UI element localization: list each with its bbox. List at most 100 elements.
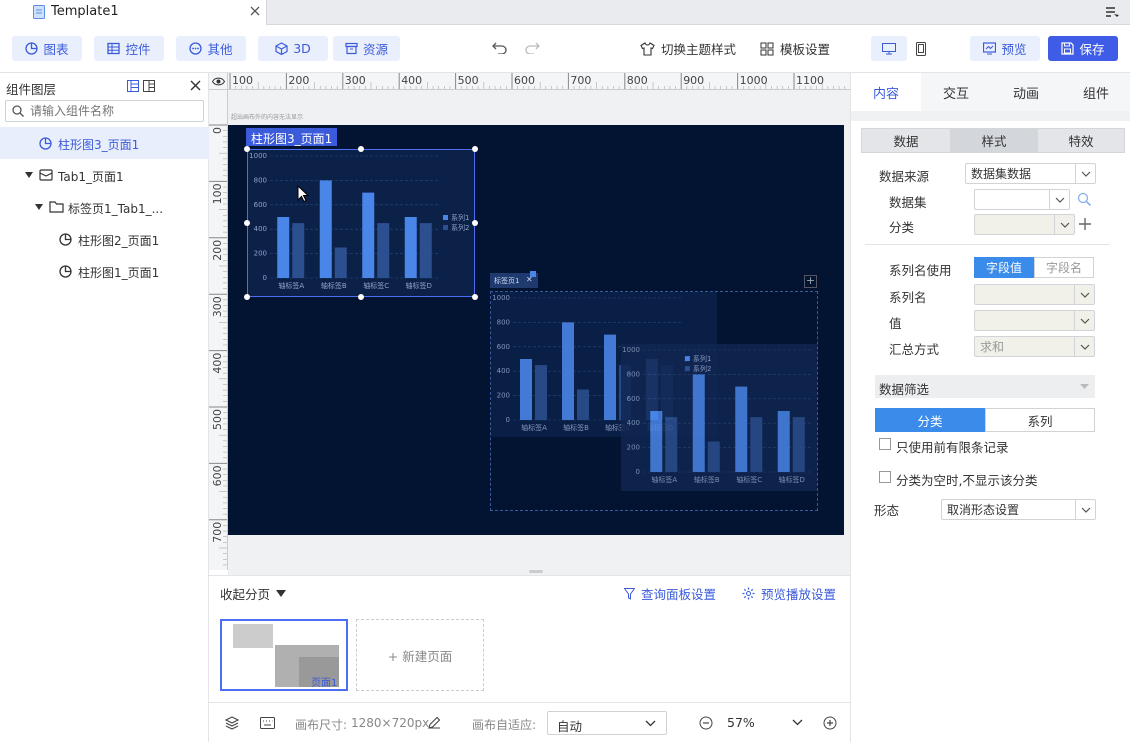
new-page-button[interactable]: + 新建页面	[356, 619, 484, 691]
tab-animation[interactable]: 动画	[991, 73, 1061, 111]
keyboard-icon[interactable]	[260, 717, 275, 729]
x-tick-label: 轴标签A	[278, 281, 304, 290]
x-tick-label: 轴标签D	[406, 281, 432, 290]
layer-search-box[interactable]	[5, 100, 204, 122]
layer-item-bar-chart-3[interactable]: 柱形图3_页面1	[0, 127, 209, 159]
design-canvas[interactable]: 0 200 400 600 800 1000 轴标签A 轴标签B 轴标签C 轴标签D 系列1 系列2 …	[228, 125, 844, 535]
layer-item-tab-page[interactable]: 标签页1_Tab1_...	[0, 191, 209, 223]
x-tick-label: 轴标签B	[321, 281, 347, 290]
tab-bar: Template1	[0, 0, 1130, 25]
add-tab-icon[interactable]: +	[804, 275, 817, 288]
data-source-select[interactable]: 数据集数据	[965, 163, 1096, 184]
value-label: 值	[889, 316, 902, 331]
tab-interaction[interactable]: 交互	[921, 73, 991, 111]
template-settings-button[interactable]: 模板设置	[760, 36, 830, 61]
y-tick-label: 1000	[492, 294, 510, 302]
edit-pencil-icon[interactable]	[428, 716, 441, 729]
resize-handle[interactable]	[472, 146, 478, 152]
bar-系列2	[334, 247, 347, 278]
layout-split-icon[interactable]	[127, 80, 139, 92]
3d-button[interactable]: 3D	[258, 36, 328, 61]
query-panel-settings-button[interactable]: 查询面板设置	[624, 584, 716, 603]
layers-icon[interactable]	[225, 716, 239, 730]
zoom-out-icon[interactable]	[699, 716, 713, 730]
field-value-button[interactable]: 字段值	[974, 257, 1034, 278]
template-grid-icon	[760, 42, 774, 55]
field-name-button[interactable]: 字段名	[1034, 257, 1094, 278]
filter-tab-category[interactable]: 分类	[875, 408, 985, 432]
layer-item-tab1[interactable]: Tab1_页面1	[0, 159, 209, 191]
series-name-select[interactable]	[974, 284, 1095, 305]
canvas-adapt-select[interactable]: 自动	[547, 711, 667, 735]
mobile-view-button[interactable]	[908, 36, 934, 61]
theme-switch-button[interactable]: 切换主题样式	[640, 36, 736, 61]
close-tab-icon[interactable]	[250, 6, 260, 16]
chart-button[interactable]: 图表	[12, 36, 82, 61]
close-panel-icon[interactable]	[190, 80, 201, 91]
legend-label: 系列2	[451, 223, 469, 232]
search-icon[interactable]	[1077, 192, 1092, 207]
layer-item-label: 柱形图1_页面1	[78, 266, 160, 280]
resize-handle[interactable]	[244, 294, 250, 300]
dataset-select[interactable]	[974, 189, 1070, 210]
legend-label: 系列1	[693, 354, 711, 363]
add-icon[interactable]	[1079, 218, 1091, 230]
desktop-view-button[interactable]	[871, 36, 907, 61]
window-menu-icon[interactable]	[1105, 6, 1119, 18]
document-title: Template1	[51, 4, 119, 19]
collapse-pages-button[interactable]: 收起分页	[220, 584, 287, 603]
undo-icon[interactable]	[492, 42, 508, 54]
only-top-records-checkbox[interactable]	[879, 438, 891, 450]
layout-panel-icon[interactable]	[143, 80, 155, 92]
caret-down-icon[interactable]	[35, 203, 43, 211]
redo-icon[interactable]	[524, 42, 540, 54]
subtab-style[interactable]: 样式	[950, 129, 1038, 152]
resize-handle[interactable]	[358, 294, 364, 300]
resize-handle[interactable]	[244, 146, 250, 152]
mouse-cursor-icon	[297, 185, 309, 203]
bar-系列1	[735, 386, 748, 472]
caret-down-icon[interactable]	[25, 171, 33, 179]
resize-handle[interactable]	[472, 220, 478, 226]
summary-select[interactable]: 求和	[974, 336, 1095, 357]
resource-button[interactable]: 资源	[333, 36, 400, 61]
zoom-in-icon[interactable]	[823, 716, 837, 730]
resize-handle[interactable]	[358, 146, 364, 152]
preview-button[interactable]: 预览	[970, 36, 1040, 61]
value-select[interactable]	[974, 310, 1095, 331]
tab-component[interactable]: 组件	[1061, 73, 1130, 111]
layer-item-bar-chart-1[interactable]: 柱形图1_页面1	[0, 255, 209, 287]
zoom-select[interactable]: 57%	[718, 711, 813, 735]
y-tick-label: 800	[497, 318, 510, 326]
page-thumbnail-1[interactable]: 页面1	[220, 619, 348, 691]
category-select[interactable]	[974, 214, 1075, 235]
data-subtabs: 数据 样式 特效	[861, 128, 1125, 153]
bar-chart-1-widget[interactable]: 0 200 400 600 800 1000 轴标签A 轴标签B 轴标签C 轴标签D 系列1 系列2	[621, 344, 817, 491]
layer-item-bar-chart-2[interactable]: 柱形图2_页面1	[0, 223, 209, 255]
bar-系列2	[535, 365, 547, 420]
tab-content[interactable]: 内容	[851, 73, 921, 111]
tab-container-title: 标签页1	[494, 277, 520, 285]
zoom-value: 57%	[727, 715, 755, 730]
other-button[interactable]: 其他	[176, 36, 246, 61]
filter-tab-series[interactable]: 系列	[985, 408, 1095, 432]
resize-handle[interactable]	[244, 220, 250, 226]
pie-chart-icon	[25, 42, 39, 55]
widget-button[interactable]: 控件	[94, 36, 164, 61]
x-tick-label: 轴标签A	[651, 475, 677, 484]
subtab-effects[interactable]: 特效	[1038, 129, 1124, 152]
data-filter-header[interactable]: 数据筛选	[875, 375, 1095, 398]
ruler-visibility-toggle[interactable]	[209, 73, 228, 90]
canvas-resize-grip[interactable]	[529, 570, 543, 573]
form-select[interactable]: 取消形态设置	[941, 499, 1096, 520]
resize-handle[interactable]	[472, 294, 478, 300]
hide-empty-category-checkbox[interactable]	[879, 471, 891, 483]
preview-play-settings-button[interactable]: 预览播放设置	[742, 584, 836, 603]
bar-chart-3: 0 200 400 600 800 1000 轴标签A 轴标签B 轴标签C 轴标签D 系列1系列2	[249, 152, 469, 290]
layer-search-input[interactable]	[30, 103, 198, 119]
bar-chart-3-widget[interactable]: 0 200 400 600 800 1000 轴标签A 轴标签B 轴标签C 轴标签D 系列1 系列2	[247, 149, 475, 297]
search-icon	[12, 105, 24, 117]
document-tab[interactable]: Template1	[0, 0, 267, 25]
subtab-data[interactable]: 数据	[862, 129, 950, 152]
save-button[interactable]: 保存	[1048, 36, 1118, 61]
